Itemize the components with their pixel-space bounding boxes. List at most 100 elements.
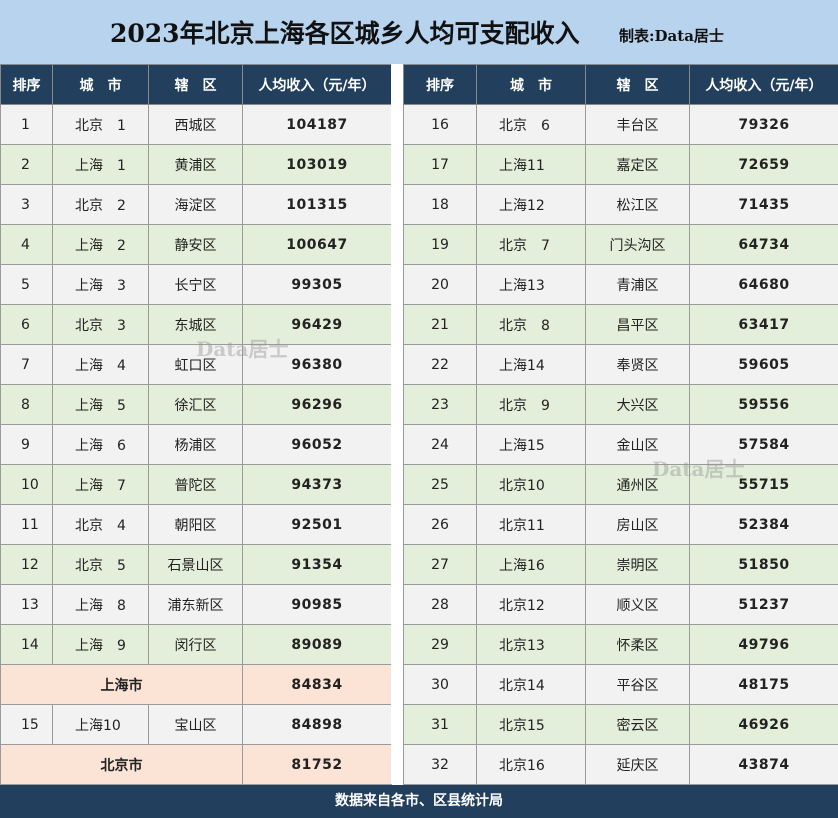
district-cell: 顺义区 bbox=[585, 584, 690, 625]
city-cell: 北京12 bbox=[476, 584, 586, 625]
city-total-income: 84834 bbox=[242, 664, 392, 705]
rank-cell: 13 bbox=[0, 584, 53, 625]
city-cell: 上海 4 bbox=[52, 344, 149, 385]
district-cell: 大兴区 bbox=[585, 384, 690, 425]
page-title: 2023年北京上海各区城乡人均可支配收入 bbox=[110, 19, 580, 48]
income-cell: 91354 bbox=[242, 544, 392, 585]
income-cell: 96296 bbox=[242, 384, 392, 425]
ranking-table-right: 排序 城 市 辖 区 人均收入（元/年） 16 北京 6 丰台区 79326 17 上海1… bbox=[403, 64, 838, 785]
rank-cell: 16 bbox=[403, 104, 477, 145]
city-total-income: 81752 bbox=[242, 744, 392, 785]
income-cell: 89089 bbox=[242, 624, 392, 665]
table-row: 6 北京 3 东城区 96429 bbox=[0, 304, 392, 345]
city-cell: 北京 1 bbox=[52, 104, 149, 145]
city-cell: 上海 3 bbox=[52, 264, 149, 305]
ranking-table-left: 排序 城 市 辖 区 人均收入（元/年） 1 北京 1 西城区 104187 2 上海 1… bbox=[0, 64, 392, 785]
city-summary-row: 上海市 84834 bbox=[0, 664, 392, 705]
income-cell: 104187 bbox=[242, 104, 392, 145]
city-cell: 上海 7 bbox=[52, 464, 149, 505]
district-cell: 东城区 bbox=[148, 304, 243, 345]
city-cell: 北京 5 bbox=[52, 544, 149, 585]
source-footer: 数据来自各市、区县统计局 bbox=[0, 785, 838, 818]
rank-cell: 30 bbox=[403, 664, 477, 705]
income-cell: 71435 bbox=[689, 184, 838, 225]
rank-cell: 22 bbox=[403, 344, 477, 385]
district-cell: 杨浦区 bbox=[148, 424, 243, 465]
table-row: 23 北京 9 大兴区 59556 bbox=[403, 384, 838, 425]
table-header-row: 排序 城 市 辖 区 人均收入（元/年） bbox=[0, 64, 392, 105]
district-cell: 通州区 bbox=[585, 464, 690, 505]
district-cell: 徐汇区 bbox=[148, 384, 243, 425]
city-cell: 上海 5 bbox=[52, 384, 149, 425]
table-header-row: 排序 城 市 辖 区 人均收入（元/年） bbox=[403, 64, 838, 105]
city-cell: 上海 9 bbox=[52, 624, 149, 665]
rank-cell: 25 bbox=[403, 464, 477, 505]
income-cell: 96052 bbox=[242, 424, 392, 465]
rank-cell: 15 bbox=[0, 704, 53, 745]
table-row: 2 上海 1 黄浦区 103019 bbox=[0, 144, 392, 185]
table-row: 27 上海16 崇明区 51850 bbox=[403, 544, 838, 585]
rank-cell: 24 bbox=[403, 424, 477, 465]
district-cell: 宝山区 bbox=[148, 704, 243, 745]
city-cell: 上海 8 bbox=[52, 584, 149, 625]
table-row: 13 上海 8 浦东新区 90985 bbox=[0, 584, 392, 625]
header-district: 辖 区 bbox=[148, 64, 243, 105]
city-cell: 上海13 bbox=[476, 264, 586, 305]
table-row: 9 上海 6 杨浦区 96052 bbox=[0, 424, 392, 465]
district-cell: 石景山区 bbox=[148, 544, 243, 585]
district-cell: 奉贤区 bbox=[585, 344, 690, 385]
district-cell: 门头沟区 bbox=[585, 224, 690, 265]
table-row: 8 上海 5 徐汇区 96296 bbox=[0, 384, 392, 425]
city-cell: 上海16 bbox=[476, 544, 586, 585]
header-district: 辖 区 bbox=[585, 64, 690, 105]
table-row: 29 北京13 怀柔区 49796 bbox=[403, 624, 838, 665]
district-cell: 平谷区 bbox=[585, 664, 690, 705]
city-cell: 上海 6 bbox=[52, 424, 149, 465]
income-cell: 84898 bbox=[242, 704, 392, 745]
rank-cell: 5 bbox=[0, 264, 53, 305]
table-row: 12 北京 5 石景山区 91354 bbox=[0, 544, 392, 585]
rank-cell: 4 bbox=[0, 224, 53, 265]
city-cell: 北京 3 bbox=[52, 304, 149, 345]
income-cell: 94373 bbox=[242, 464, 392, 505]
city-cell: 北京11 bbox=[476, 504, 586, 545]
table-row: 11 北京 4 朝阳区 92501 bbox=[0, 504, 392, 545]
table-row: 5 上海 3 长宁区 99305 bbox=[0, 264, 392, 305]
rank-cell: 23 bbox=[403, 384, 477, 425]
income-cell: 48175 bbox=[689, 664, 838, 705]
table-row: 15 上海10 宝山区 84898 bbox=[0, 704, 392, 745]
district-cell: 浦东新区 bbox=[148, 584, 243, 625]
city-summary-row: 北京市 81752 bbox=[0, 744, 392, 785]
header-rank: 排序 bbox=[0, 64, 53, 105]
income-cell: 59605 bbox=[689, 344, 838, 385]
rank-cell: 9 bbox=[0, 424, 53, 465]
income-cell: 99305 bbox=[242, 264, 392, 305]
income-cell: 63417 bbox=[689, 304, 838, 345]
header-city: 城 市 bbox=[52, 64, 149, 105]
rank-cell: 7 bbox=[0, 344, 53, 385]
income-cell: 51850 bbox=[689, 544, 838, 585]
income-cell: 72659 bbox=[689, 144, 838, 185]
city-cell: 北京 9 bbox=[476, 384, 586, 425]
district-cell: 静安区 bbox=[148, 224, 243, 265]
city-cell: 北京14 bbox=[476, 664, 586, 705]
income-cell: 51237 bbox=[689, 584, 838, 625]
income-cell: 52384 bbox=[689, 504, 838, 545]
income-cell: 55715 bbox=[689, 464, 838, 505]
header-city: 城 市 bbox=[476, 64, 586, 105]
table-row: 18 上海12 松江区 71435 bbox=[403, 184, 838, 225]
district-cell: 普陀区 bbox=[148, 464, 243, 505]
district-cell: 松江区 bbox=[585, 184, 690, 225]
income-cell: 59556 bbox=[689, 384, 838, 425]
district-cell: 密云区 bbox=[585, 704, 690, 745]
district-cell: 金山区 bbox=[585, 424, 690, 465]
district-cell: 闵行区 bbox=[148, 624, 243, 665]
district-cell: 朝阳区 bbox=[148, 504, 243, 545]
table-row: 21 北京 8 昌平区 63417 bbox=[403, 304, 838, 345]
table-row: 31 北京15 密云区 46926 bbox=[403, 704, 838, 745]
table-row: 20 上海13 青浦区 64680 bbox=[403, 264, 838, 305]
rank-cell: 18 bbox=[403, 184, 477, 225]
table-row: 16 北京 6 丰台区 79326 bbox=[403, 104, 838, 145]
income-cell: 101315 bbox=[242, 184, 392, 225]
table-row: 22 上海14 奉贤区 59605 bbox=[403, 344, 838, 385]
